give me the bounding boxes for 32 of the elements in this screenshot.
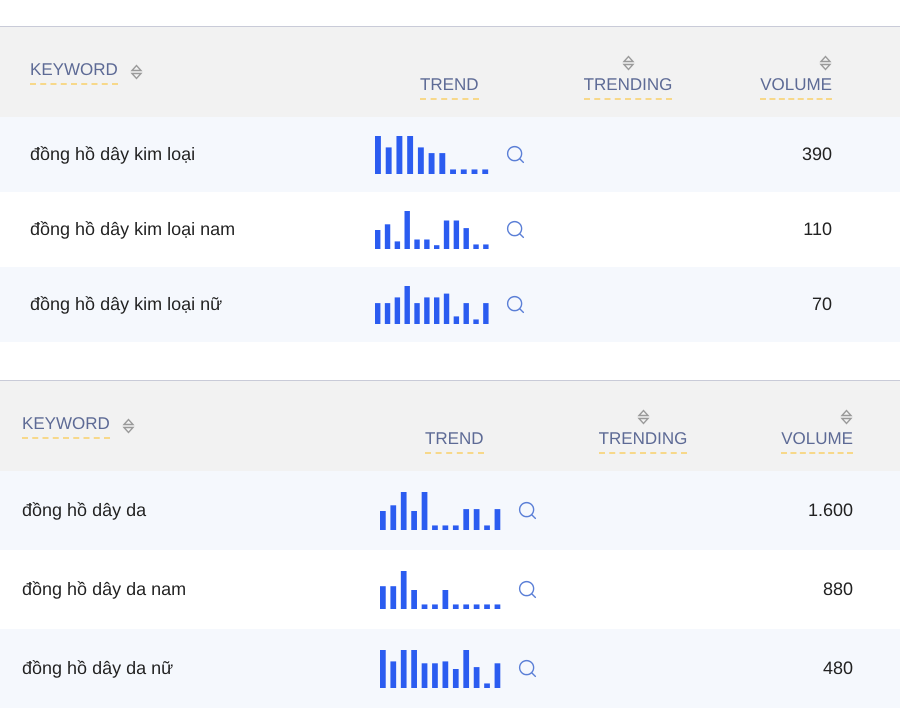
column-header[interactable]: TRENDING bbox=[598, 428, 688, 454]
keyword-text: đồng hồ dây da bbox=[21, 500, 148, 521]
keyword-text: đồng hồ dây da nữ bbox=[21, 658, 174, 679]
volume-text: 1.600 bbox=[808, 500, 853, 521]
sort-icon[interactable] bbox=[122, 418, 135, 434]
search-icon[interactable] bbox=[505, 294, 526, 315]
search-icon[interactable] bbox=[517, 500, 538, 521]
keyword-text: đồng hồ dây kim loại nam bbox=[29, 219, 236, 240]
search-icon[interactable] bbox=[517, 579, 538, 600]
volume-text: 880 bbox=[822, 579, 853, 600]
column-header[interactable]: VOLUME bbox=[760, 74, 832, 100]
volume-text: 390 bbox=[802, 144, 832, 165]
sort-icon[interactable] bbox=[636, 408, 650, 424]
column-header[interactable]: KEYWORD bbox=[30, 60, 118, 84]
keyword-text: đồng hồ dây kim loại bbox=[29, 144, 196, 165]
volume-text: 70 bbox=[812, 294, 832, 315]
sort-icon[interactable] bbox=[819, 54, 832, 70]
sort-icon[interactable] bbox=[840, 408, 853, 424]
volume-text: 110 bbox=[803, 219, 832, 240]
column-header[interactable]: TREND bbox=[425, 428, 484, 454]
column-header[interactable]: TRENDING bbox=[584, 74, 672, 100]
search-icon[interactable] bbox=[517, 658, 538, 679]
column-header[interactable]: TREND bbox=[420, 74, 479, 100]
sort-icon[interactable] bbox=[622, 54, 634, 70]
search-icon[interactable] bbox=[505, 219, 526, 240]
search-icon[interactable] bbox=[505, 144, 526, 165]
column-header[interactable]: VOLUME bbox=[781, 428, 853, 454]
keyword-text: đồng hồ dây da nam bbox=[21, 579, 188, 600]
keyword-text: đồng hồ dây kim loại nữ bbox=[29, 294, 224, 315]
volume-text: 480 bbox=[822, 658, 853, 679]
column-header[interactable]: KEYWORD bbox=[22, 414, 110, 438]
sort-icon[interactable] bbox=[130, 64, 143, 80]
